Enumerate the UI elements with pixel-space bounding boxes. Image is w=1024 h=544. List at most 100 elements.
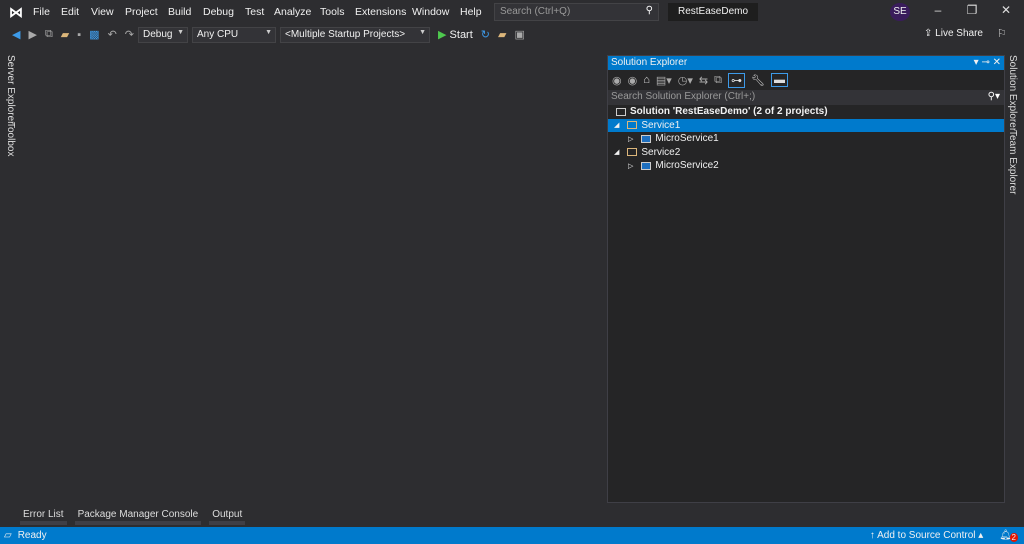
avatar[interactable]: SE (890, 3, 910, 21)
solution-explorer-search-input[interactable]: Search Solution Explorer (Ctrl+;) ⚲▾ (608, 90, 1004, 105)
play-icon: ▶ (438, 29, 447, 41)
share-icon: ⇪ (924, 28, 933, 39)
tab-error-list[interactable]: Error List (20, 507, 67, 525)
platform-select[interactable]: Any CPU ▼ (192, 26, 277, 43)
left-tool-strip: Server Explorer Toolbox (0, 45, 20, 505)
forward-icon[interactable]: ◉ (628, 74, 638, 87)
back-icon[interactable]: ◀ (8, 28, 24, 41)
minimize-button[interactable]: – (928, 3, 948, 21)
back-icon[interactable]: ◉ (612, 74, 622, 87)
platform-value: Any CPU (197, 28, 239, 40)
collapse-all-icon[interactable]: ⧉ (714, 74, 722, 87)
menu-test[interactable]: Test (245, 0, 264, 24)
save-icon[interactable]: ▪ (73, 29, 85, 41)
search-icon: ⚲ (645, 5, 653, 16)
tree-item-microservice2[interactable]: ▷ MicroService2 (608, 159, 1004, 173)
expanded-icon: ◢ (614, 149, 620, 157)
tree-item-service1[interactable]: ◢ Service1 (608, 118, 1004, 132)
tree-item-label: MicroService1 (655, 133, 719, 145)
tab-solution-explorer[interactable]: Solution Explorer (1007, 55, 1018, 131)
browser-link-icon[interactable]: ▰ (494, 28, 510, 41)
tab-output[interactable]: Output (209, 507, 246, 525)
menu-extensions[interactable]: Extensions (355, 0, 406, 24)
startup-project-select[interactable]: <Multiple Startup Projects> ▼ (280, 26, 431, 43)
status-icon: ▱ (4, 530, 12, 541)
add-to-source-control-button[interactable]: ↑ Add to Source Control ▴ (870, 530, 983, 541)
live-share-button[interactable]: ⇪ Live Share (924, 28, 983, 39)
menu-debug[interactable]: Debug (203, 0, 234, 24)
expanded-icon: ◢ (614, 122, 620, 130)
solution-explorer-title-bar: Solution Explorer ▾ ⊸ ✕ (608, 56, 1004, 70)
project-icon (641, 134, 652, 143)
switch-views-icon[interactable]: ▤▾ (656, 74, 672, 87)
home-icon[interactable]: ⌂ (643, 74, 650, 86)
configuration-select[interactable]: Debug ▼ (138, 26, 189, 43)
tree-item-label: MicroService2 (655, 160, 719, 172)
search-input[interactable]: Search (Ctrl+Q) ⚲ (494, 3, 659, 21)
open-folder-icon[interactable]: ▰ (57, 28, 73, 41)
status-bar: ▱ Ready ↑ Add to Source Control ▴ 🔔︎ 2 (0, 527, 1024, 544)
feedback-icon[interactable]: ⚐ (997, 27, 1007, 40)
solution-explorer-panel: Solution Explorer ▾ ⊸ ✕ ◉ ◉ ⌂ ▤▾ ◷▾ ⇆ ⧉ … (607, 55, 1005, 503)
menu-tools[interactable]: Tools (320, 0, 345, 24)
restore-button[interactable]: ❐ (962, 3, 982, 21)
tree-item-label: Service2 (641, 146, 681, 158)
notification-count: 2 (1009, 533, 1018, 542)
collapsed-icon: ▷ (628, 162, 634, 170)
tab-package-manager-console[interactable]: Package Manager Console (74, 507, 202, 525)
pin-icon[interactable]: ⊸ (981, 57, 989, 68)
tree-item-solution[interactable]: Solution 'RestEaseDemo' (2 of 2 projects… (608, 105, 1004, 119)
menu-window[interactable]: Window (412, 0, 449, 24)
search-placeholder: Search Solution Explorer (Ctrl+;) (611, 91, 756, 102)
tab-toolbox[interactable]: Toolbox (5, 122, 16, 156)
search-placeholder: Search (Ctrl+Q) (500, 6, 571, 17)
solution-icon (616, 107, 626, 116)
search-icon: ⚲▾ (987, 91, 1000, 102)
collapsed-icon: ▷ (628, 135, 634, 143)
sync-icon[interactable]: ⇆ (699, 74, 708, 87)
folder-icon (627, 121, 638, 130)
redo-icon[interactable]: ↷ (121, 28, 138, 41)
folder-icon (627, 148, 638, 157)
menu-view[interactable]: View (91, 0, 114, 24)
tree-item-label: Solution 'RestEaseDemo' (2 of 2 projects… (630, 106, 828, 118)
configuration-value: Debug (143, 28, 173, 40)
show-all-files-icon[interactable]: ⊶ (728, 72, 745, 88)
toolbar: ◀ ▶ ⧉ ▰ ▪ ▩ ↶ ↷ Debug ▼ Any CPU ▼ <Multipl… (0, 24, 1024, 45)
source-control-label: Add to Source Control (877, 530, 976, 541)
visual-studio-logo-icon: ⋈ (9, 3, 23, 20)
project-icon (641, 161, 652, 170)
close-button[interactable]: ✕ (996, 3, 1016, 21)
menu-help[interactable]: Help (460, 0, 482, 24)
tree-item-service2[interactable]: ◢ Service2 (608, 146, 1004, 160)
refresh-icon[interactable]: ↻ (477, 28, 494, 41)
new-project-icon[interactable]: ⧉ (41, 28, 57, 41)
tab-team-explorer[interactable]: Team Explorer (1007, 130, 1018, 194)
solution-explorer-toolbar: ◉ ◉ ⌂ ▤▾ ◷▾ ⇆ ⧉ ⊶ 🔧︎ ▬ (608, 70, 1004, 90)
tree-item-label: Service1 (641, 119, 681, 131)
menu-build[interactable]: Build (168, 0, 191, 24)
panel-title: Solution Explorer (611, 57, 688, 68)
menu-project[interactable]: Project (125, 0, 158, 24)
tab-server-explorer[interactable]: Server Explorer (5, 55, 16, 124)
bottom-tabs: Error List Package Manager Console Outpu… (20, 507, 246, 527)
menu-edit[interactable]: Edit (61, 0, 79, 24)
dropdown-icon[interactable]: ▾ (974, 57, 979, 68)
properties-icon[interactable]: 🔧︎ (751, 74, 765, 87)
pending-changes-icon[interactable]: ◷▾ (678, 74, 693, 87)
tree-item-microservice1[interactable]: ▷ MicroService1 (608, 132, 1004, 146)
live-share-label: Live Share (935, 28, 983, 39)
notifications-icon[interactable]: 🔔︎ 2 (999, 530, 1018, 542)
undo-icon[interactable]: ↶ (104, 28, 121, 41)
menu-analyze[interactable]: Analyze (274, 0, 311, 24)
screenshot-icon[interactable]: ▣ (510, 28, 528, 41)
solution-name: RestEaseDemo (668, 3, 759, 21)
start-button[interactable]: ▶ Start (434, 28, 477, 41)
close-panel-icon[interactable]: ✕ (993, 57, 1001, 68)
preview-icon[interactable]: ▬ (770, 73, 788, 87)
forward-icon[interactable]: ▶ (24, 28, 40, 41)
save-all-icon[interactable]: ▩ (85, 28, 103, 41)
status-text: Ready (17, 530, 47, 541)
menu-file[interactable]: File (33, 0, 50, 24)
startup-value: <Multiple Startup Projects> (285, 28, 406, 40)
